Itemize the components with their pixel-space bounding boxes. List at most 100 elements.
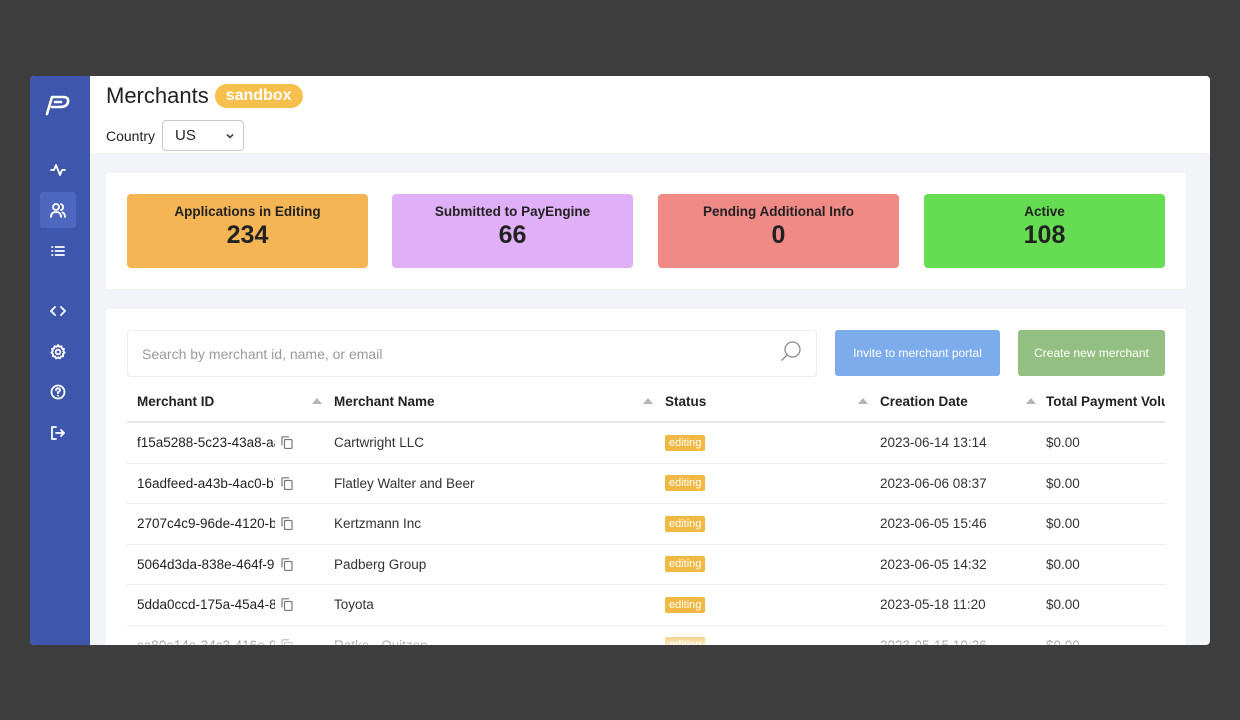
copy-icon[interactable] <box>281 436 293 450</box>
column-header-merchant-name[interactable]: Merchant Name <box>324 381 655 421</box>
stat-card-submitted[interactable]: Submitted to PayEngine 66 <box>392 194 633 268</box>
creation-date: 2023-06-05 15:46 <box>880 516 987 532</box>
stat-card-editing[interactable]: Applications in Editing 234 <box>127 194 368 268</box>
merchants-table: Merchant ID Merchant Name Status Creatio… <box>127 381 1165 645</box>
sidebar <box>30 76 90 645</box>
total-payment-volume: $0.00 <box>1046 475 1080 491</box>
table-row[interactable]: 5064d3da-838e-464f-96 Padberg Group editin… <box>127 545 1165 585</box>
table-body: f15a5288-5c23-43a8-aa Cartwright LLC editi… <box>127 423 1165 645</box>
status-badge: editing <box>665 515 706 532</box>
copy-icon[interactable] <box>281 476 293 490</box>
merchant-name: Kertzmann Inc <box>334 516 422 532</box>
main-content: Merchants sandbox Country US Application… <box>90 76 1210 645</box>
merchant-name: Cartwright LLC <box>334 435 425 451</box>
chevron-down-icon <box>226 133 234 139</box>
total-payment-volume: $0.00 <box>1046 556 1080 572</box>
country-label: Country <box>106 127 156 144</box>
column-header-creation-date[interactable]: Creation Date <box>870 381 1036 421</box>
column-header-merchant-id[interactable]: Merchant ID <box>127 381 324 421</box>
create-new-merchant-button[interactable]: Create new merchant <box>1018 330 1165 376</box>
table-row[interactable]: 16adfeed-a43b-4ac0-b7 Flatley Walter and … <box>127 464 1165 504</box>
stat-value: 108 <box>1023 221 1066 249</box>
merchant-id: 5064d3da-838e-464f-96 <box>137 556 275 572</box>
table-row[interactable]: 2707c4c9-96de-4120-b3 Kertzmann Inc editin… <box>127 504 1165 545</box>
stat-value: 66 <box>498 221 527 249</box>
sidebar-item-logout[interactable] <box>40 415 76 451</box>
status-cell: editing <box>655 434 870 451</box>
copy-icon[interactable] <box>281 598 293 612</box>
merchant-id-cell: f15a5288-5c23-43a8-aa <box>127 435 324 450</box>
status-badge: editing <box>665 475 706 492</box>
sort-asc-icon[interactable] <box>312 398 322 404</box>
copy-icon[interactable] <box>281 638 293 645</box>
status-badge: editing <box>665 556 706 573</box>
help-circle-icon <box>50 384 66 400</box>
creation-date: 2023-06-06 08:37 <box>880 475 987 491</box>
sidebar-item-help[interactable] <box>40 374 76 410</box>
creation-date: 2023-06-14 13:14 <box>880 435 987 451</box>
merchant-id: 5dda0ccd-175a-45a4-8e <box>137 597 275 613</box>
status-cell: editing <box>655 637 870 645</box>
status-cell: editing <box>655 596 870 613</box>
stat-card-pending[interactable]: Pending Additional Info 0 <box>658 194 899 268</box>
country-select[interactable]: US <box>162 120 245 151</box>
merchant-id: f15a5288-5c23-43a8-aa <box>137 435 275 451</box>
column-header-total-payment-volume[interactable]: Total Payment Volume <box>1036 381 1165 421</box>
merchant-id-cell: 5064d3da-838e-464f-96 <box>127 557 324 572</box>
sort-asc-icon[interactable] <box>858 398 868 404</box>
search-input[interactable] <box>142 345 742 362</box>
merchant-id: ca80e14e-34c3-416e-91 <box>137 638 275 645</box>
creation-date: 2023-05-15 10:26 <box>870 638 1036 645</box>
invite-to-merchant-portal-button[interactable]: Invite to merchant portal <box>835 330 1000 376</box>
total-payment-volume: $0.00 <box>1046 597 1080 613</box>
stat-value: 234 <box>226 221 269 249</box>
environment-badge: sandbox <box>214 84 303 108</box>
column-header-status[interactable]: Status <box>655 381 870 421</box>
status-badge: editing <box>665 637 706 645</box>
gear-icon <box>50 344 66 360</box>
stats-panel: Applications in Editing 234 Submitted to… <box>106 173 1186 289</box>
status-badge: editing <box>665 596 706 613</box>
stat-label: Pending Additional Info <box>703 204 854 219</box>
payengine-logo-icon[interactable] <box>44 94 72 116</box>
merchant-id: 2707c4c9-96de-4120-b3 <box>137 516 275 532</box>
status-cell: editing <box>655 475 870 492</box>
merchant-id-cell: ca80e14e-34c3-416e-91 <box>127 638 324 645</box>
table-row[interactable]: 5dda0ccd-175a-45a4-8e Toyota editing 2023-0… <box>127 585 1165 626</box>
creation-date: 2023-06-05 14:32 <box>880 556 987 572</box>
total-payment-volume: $0.00 <box>1046 516 1080 532</box>
copy-icon[interactable] <box>281 557 293 571</box>
search-icon[interactable] <box>780 340 802 367</box>
list-icon <box>51 246 65 256</box>
merchant-id-cell: 5dda0ccd-175a-45a4-8e <box>127 597 324 612</box>
merchant-id: 16adfeed-a43b-4ac0-b7 <box>137 475 275 491</box>
sidebar-item-developers[interactable] <box>40 293 76 329</box>
status-badge: editing <box>665 434 706 451</box>
sidebar-item-settings[interactable] <box>40 334 76 370</box>
sort-asc-icon[interactable] <box>643 398 653 404</box>
copy-icon[interactable] <box>281 517 293 531</box>
page-header: Merchants sandbox Country US <box>90 76 1210 153</box>
merchant-id-cell: 2707c4c9-96de-4120-b3 <box>127 516 324 531</box>
page-title: Merchants <box>106 83 209 108</box>
search-box <box>127 330 817 377</box>
code-icon <box>50 306 66 316</box>
sidebar-item-activity[interactable] <box>40 152 76 188</box>
creation-date: 2023-05-18 11:20 <box>880 597 986 613</box>
users-icon <box>50 203 66 218</box>
sidebar-item-list[interactable] <box>40 233 76 269</box>
country-select-value: US <box>175 127 196 144</box>
status-cell: editing <box>655 556 870 573</box>
table-row[interactable]: ca80e14e-34c3-416e-91 Ratke - Quitzon edit… <box>127 626 1165 645</box>
merchant-name: Flatley Walter and Beer <box>334 475 475 491</box>
sort-asc-icon[interactable] <box>1026 398 1036 404</box>
stat-value: 0 <box>771 221 786 249</box>
stat-card-active[interactable]: Active 108 <box>924 194 1165 268</box>
merchants-table-panel: Invite to merchant portal Create new mer… <box>106 309 1186 645</box>
table-row[interactable]: f15a5288-5c23-43a8-aa Cartwright LLC editi… <box>127 423 1165 464</box>
sidebar-item-merchants[interactable] <box>40 192 76 228</box>
total-payment-volume: $0.00 <box>1046 435 1080 451</box>
merchant-name: Padberg Group <box>334 556 427 572</box>
table-header: Merchant ID Merchant Name Status Creatio… <box>127 381 1165 423</box>
merchant-name: Ratke - Quitzon <box>324 638 655 645</box>
